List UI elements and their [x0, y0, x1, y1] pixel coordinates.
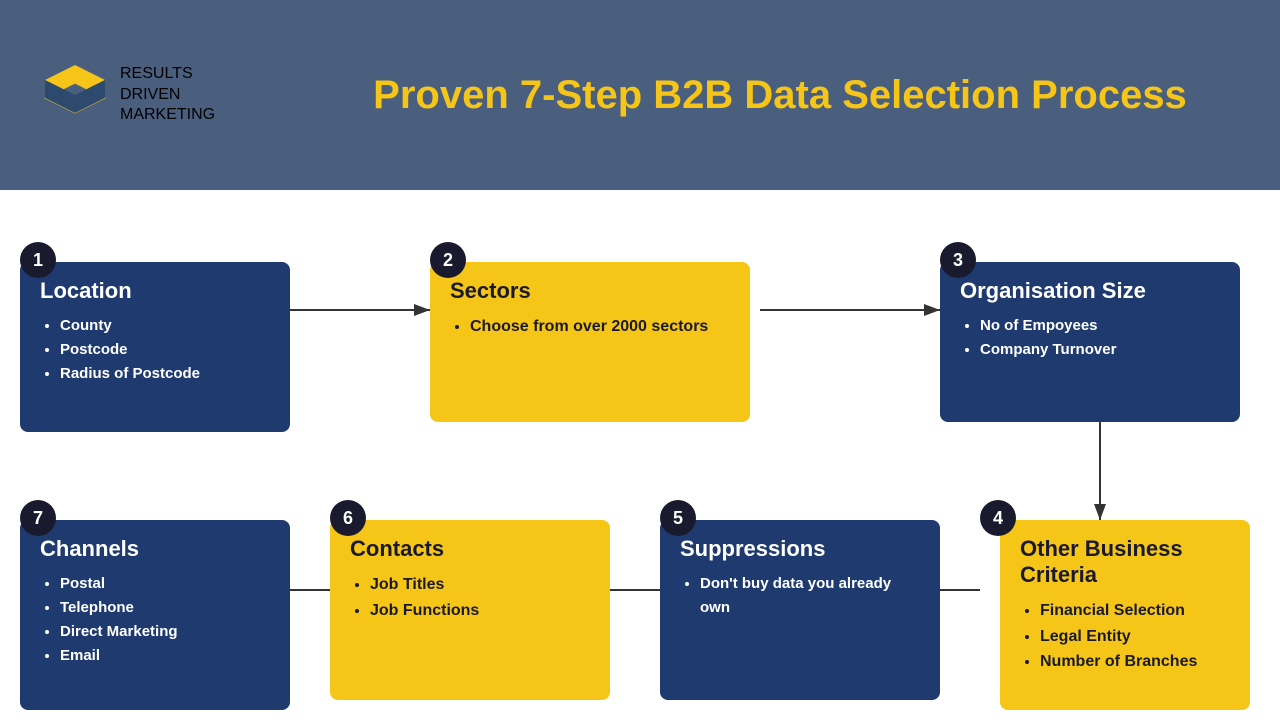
step-5-box: Suppressions Don't buy data you already … — [660, 520, 940, 700]
step-number-3: 3 — [940, 242, 976, 278]
logo-area: RESULTS DRIVEN MARKETING — [40, 60, 320, 130]
step-2-box: Sectors Choose from over 2000 sectors — [430, 262, 750, 422]
list-item: Legal Entity — [1040, 624, 1230, 650]
list-item: Job Titles — [370, 572, 590, 598]
logo-text: RESULTS DRIVEN MARKETING — [120, 64, 215, 126]
logo-chevron-icon — [40, 60, 110, 130]
logo-driven: DRIVEN — [120, 85, 215, 106]
step-6-list: Job Titles Job Functions — [350, 572, 590, 623]
list-item: County — [60, 314, 270, 338]
step-5-list: Don't buy data you already own — [680, 572, 920, 620]
list-item: Postal — [60, 572, 270, 596]
list-item: Number of Branches — [1040, 649, 1230, 675]
list-item: Don't buy data you already own — [700, 572, 920, 620]
step-number-1: 1 — [20, 242, 56, 278]
step-7-title: Channels — [40, 536, 270, 562]
step-number-2: 2 — [430, 242, 466, 278]
list-item: Radius of Postcode — [60, 362, 270, 386]
step-3-box: Organisation Size No of Empoyees Company… — [940, 262, 1240, 422]
logo-marketing: MARKETING — [120, 105, 215, 126]
list-item: Direct Marketing — [60, 620, 270, 644]
list-item: Email — [60, 644, 270, 668]
step-7-box: Channels Postal Telephone Direct Marketi… — [20, 520, 290, 710]
step-4-box: Other Business Criteria Financial Select… — [1000, 520, 1250, 710]
step-7-list: Postal Telephone Direct Marketing Email — [40, 572, 270, 668]
step-1-box: Location County Postcode Radius of Postc… — [20, 262, 290, 432]
step-1-list: County Postcode Radius of Postcode — [40, 314, 270, 386]
list-item: No of Empoyees — [980, 314, 1220, 338]
step-1-title: Location — [40, 278, 270, 304]
list-item: Financial Selection — [1040, 598, 1230, 624]
step-4-list: Financial Selection Legal Entity Number … — [1020, 598, 1230, 675]
step-number-5: 5 — [660, 500, 696, 536]
step-5-title: Suppressions — [680, 536, 920, 562]
step-2-title: Sectors — [450, 278, 730, 304]
main-content: 1 Location County Postcode Radius of Pos… — [0, 190, 1280, 720]
logo-results: RESULTS — [120, 64, 215, 85]
list-item: Choose from over 2000 sectors — [470, 314, 730, 340]
step-3-list: No of Empoyees Company Turnover — [960, 314, 1220, 362]
list-item: Job Functions — [370, 598, 590, 624]
list-item: Telephone — [60, 596, 270, 620]
step-6-box: Contacts Job Titles Job Functions — [330, 520, 610, 700]
step-4-title: Other Business Criteria — [1020, 536, 1230, 588]
page-title: Proven 7-Step B2B Data Selection Process — [320, 73, 1240, 118]
step-3-title: Organisation Size — [960, 278, 1220, 304]
step-6-title: Contacts — [350, 536, 590, 562]
list-item: Company Turnover — [980, 338, 1220, 362]
step-number-4: 4 — [980, 500, 1016, 536]
list-item: Postcode — [60, 338, 270, 362]
header: RESULTS DRIVEN MARKETING Proven 7-Step B… — [0, 0, 1280, 190]
step-2-list: Choose from over 2000 sectors — [450, 314, 730, 340]
step-number-6: 6 — [330, 500, 366, 536]
step-number-7: 7 — [20, 500, 56, 536]
